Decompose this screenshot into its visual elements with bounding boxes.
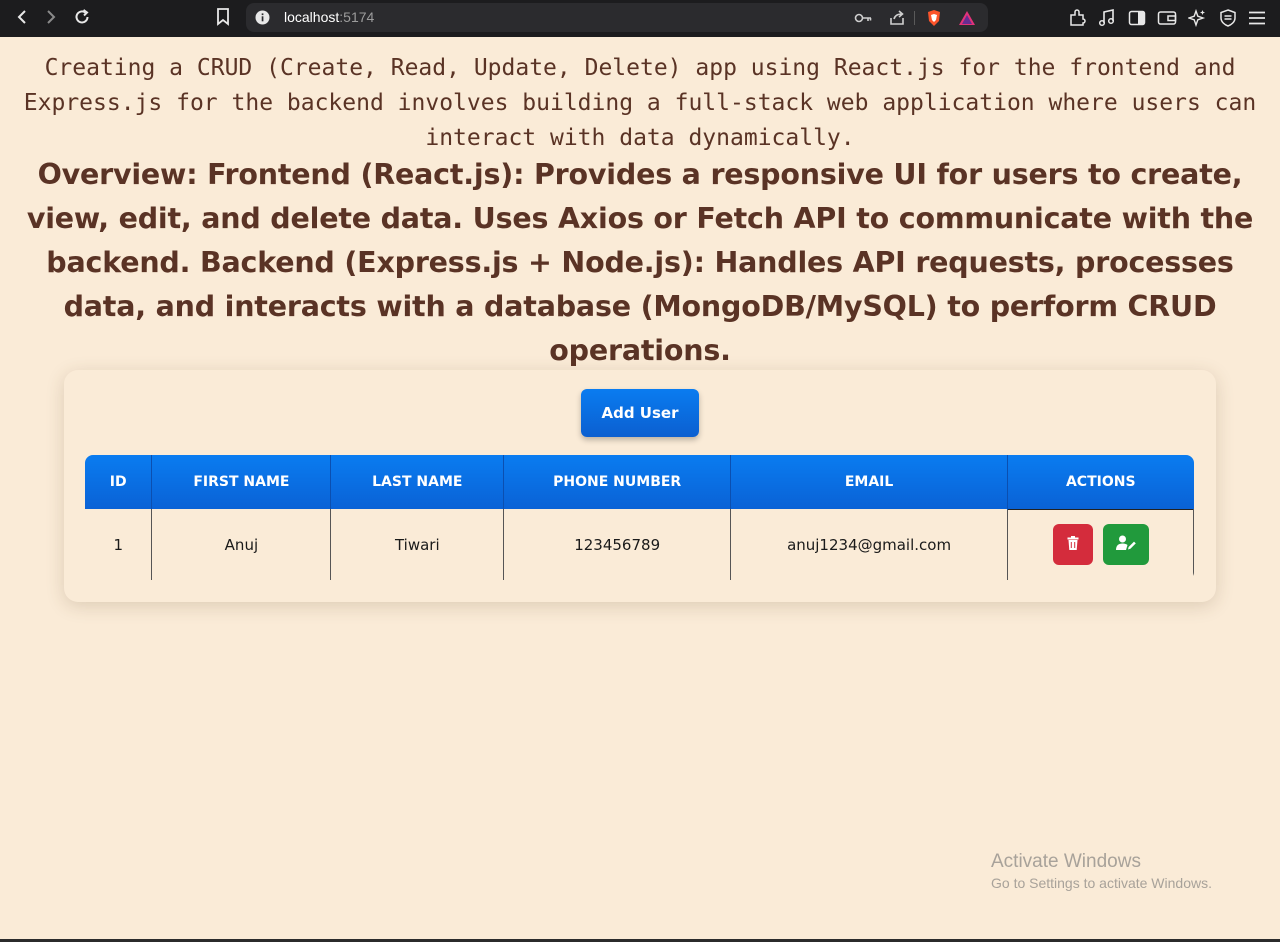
- music-icon[interactable]: [1097, 8, 1117, 28]
- cell-last-name: Tiwari: [330, 509, 505, 580]
- share-icon[interactable]: [888, 9, 906, 27]
- divider: [914, 11, 915, 25]
- browser-toolbar: localhost:5174: [0, 0, 1280, 37]
- extensions-icon[interactable]: [1067, 8, 1087, 28]
- forward-icon[interactable]: [41, 7, 61, 27]
- activate-windows-watermark: Activate Windows Go to Settings to activ…: [991, 851, 1212, 891]
- trash-icon: [1067, 536, 1079, 553]
- table-row: 1 Anuj Tiwari 123456789 anuj1234@gmail.c…: [85, 508, 1194, 580]
- header-last-name: LAST NAME: [330, 455, 505, 509]
- edit-user-button[interactable]: [1102, 524, 1149, 566]
- overview-heading: Overview: Frontend (React.js): Provides …: [26, 158, 1254, 367]
- row-actions: [1008, 524, 1193, 566]
- url-host: localhost: [284, 9, 340, 25]
- users-table: ID FIRST NAME LAST NAME PHONE NUMBER EMA…: [85, 455, 1194, 580]
- header-id: ID: [85, 455, 153, 509]
- key-icon[interactable]: [854, 9, 872, 27]
- watermark-subtitle: Go to Settings to activate Windows.: [991, 875, 1212, 891]
- watermark-title: Activate Windows: [991, 851, 1141, 872]
- vpn-shield-icon[interactable]: [1218, 8, 1238, 28]
- brave-shield-icon[interactable]: [925, 9, 943, 27]
- address-bar[interactable]: localhost:5174: [246, 3, 988, 32]
- user-edit-icon: [1115, 535, 1136, 554]
- bookmark-icon[interactable]: [213, 7, 233, 27]
- users-card: Add User ID FIRST NAME LAST NAME PHONE N…: [64, 370, 1216, 602]
- url-port: :5174: [339, 9, 375, 25]
- back-icon[interactable]: [12, 7, 32, 27]
- sidebar-icon[interactable]: [1127, 8, 1147, 28]
- add-user-button[interactable]: Add User: [581, 389, 699, 437]
- cell-actions: [1007, 508, 1194, 580]
- header-actions: ACTIONS: [1007, 455, 1194, 509]
- menu-icon[interactable]: [1247, 8, 1267, 28]
- delete-user-button[interactable]: [1052, 524, 1093, 566]
- leo-ai-icon[interactable]: [1187, 8, 1207, 28]
- reload-icon[interactable]: [72, 7, 92, 27]
- table-header-row: ID FIRST NAME LAST NAME PHONE NUMBER EMA…: [85, 455, 1194, 509]
- url-text: localhost:5174: [284, 9, 374, 25]
- header-email: EMAIL: [730, 455, 1009, 509]
- cell-phone: 123456789: [503, 509, 732, 580]
- cell-email: anuj1234@gmail.com: [730, 509, 1009, 580]
- rewards-icon[interactable]: [958, 9, 976, 27]
- cell-id: 1: [85, 509, 153, 580]
- wallet-icon[interactable]: [1157, 8, 1177, 28]
- header-first-name: FIRST NAME: [151, 455, 332, 509]
- intro-paragraph: Creating a CRUD (Create, Read, Update, D…: [23, 55, 1257, 151]
- header-phone-number: PHONE NUMBER: [503, 455, 732, 509]
- cell-first-name: Anuj: [151, 509, 332, 580]
- site-info-icon[interactable]: [255, 10, 270, 25]
